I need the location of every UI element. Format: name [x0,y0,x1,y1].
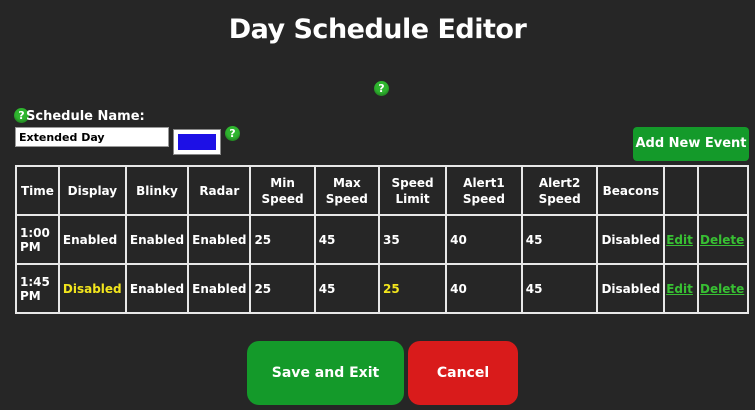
help-icon[interactable]: ? [225,126,240,141]
cell-radar: Enabled [189,216,250,263]
column-header-radar: Radar [189,167,250,214]
column-header-beacons: Beacons [598,167,664,214]
events-table: Time Display Blinky Radar Min Speed Max … [15,165,749,314]
cell-alert1-speed: 40 [447,265,521,312]
schedule-color-picker[interactable] [173,129,221,155]
cell-display: Enabled [59,216,125,263]
cell-blinky: Enabled [126,265,188,312]
cell-beacons: Disabled [598,216,664,263]
help-icon[interactable]: ? [374,81,389,96]
save-and-exit-button[interactable]: Save and Exit [247,341,404,405]
color-swatch-fill [178,134,216,150]
schedule-name-input[interactable] [15,127,169,147]
cell-max-speed: 45 [315,265,378,312]
schedule-name-label: Schedule Name: [26,109,145,124]
page-title: Day Schedule Editor [228,14,527,45]
column-header-min-speed: Min Speed [251,167,314,214]
table-row: 1:00 PM Enabled Enabled Enabled 25 45 35… [17,216,747,263]
table-row: 1:45 PM Disabled Enabled Enabled 25 45 2… [17,265,747,312]
cell-radar: Enabled [189,265,250,312]
column-header-alert2-speed: Alert2 Speed [522,167,597,214]
column-header-max-speed: Max Speed [315,167,378,214]
table-header-row: Time Display Blinky Radar Min Speed Max … [17,167,747,214]
delete-link[interactable]: Delete [699,265,747,312]
column-header-delete [699,167,747,214]
cell-speed-limit: 25 [379,265,446,312]
cell-min-speed: 25 [251,265,314,312]
column-header-alert1-speed: Alert1 Speed [447,167,521,214]
cell-display: Disabled [59,265,125,312]
edit-link[interactable]: Edit [665,265,698,312]
cell-max-speed: 45 [315,216,378,263]
cell-alert1-speed: 40 [447,216,521,263]
cell-alert2-speed: 45 [522,265,597,312]
column-header-edit [665,167,698,214]
add-new-event-button[interactable]: Add New Event [633,127,749,161]
delete-link[interactable]: Delete [699,216,747,263]
cell-blinky: Enabled [126,216,188,263]
cell-beacons: Disabled [598,265,664,312]
column-header-display: Display [59,167,125,214]
cell-time: 1:00 PM [17,216,58,263]
column-header-blinky: Blinky [126,167,188,214]
cell-alert2-speed: 45 [522,216,597,263]
column-header-time: Time [17,167,58,214]
cell-min-speed: 25 [251,216,314,263]
edit-link[interactable]: Edit [665,216,698,263]
column-header-speed-limit: Speed Limit [379,167,446,214]
cell-speed-limit: 35 [379,216,446,263]
cell-time: 1:45 PM [17,265,58,312]
cancel-button[interactable]: Cancel [408,341,518,405]
